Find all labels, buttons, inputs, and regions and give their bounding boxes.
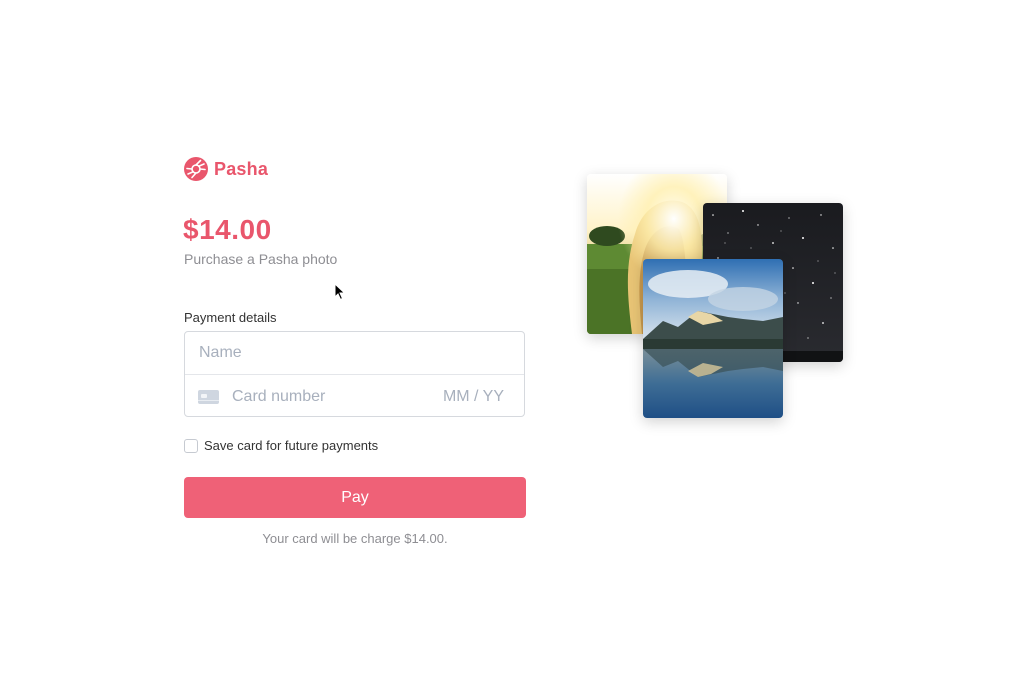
mountain-lake-photo (643, 259, 783, 418)
product-description: Purchase a Pasha photo (184, 251, 338, 267)
expiry-input[interactable] (436, 386, 506, 407)
brand-name: Pasha (214, 158, 269, 179)
pay-button[interactable]: Pay (184, 477, 526, 518)
payment-fields (184, 331, 525, 417)
card-number-input[interactable] (230, 386, 424, 407)
save-card-row[interactable]: Save card for future payments (184, 438, 378, 453)
checkout-page: Pasha $14.00 Purchase a Pasha photo Paym… (0, 0, 1016, 673)
save-card-label: Save card for future payments (204, 438, 379, 453)
credit-card-icon (198, 389, 219, 404)
name-field-row (185, 332, 524, 375)
save-card-checkbox[interactable] (184, 438, 198, 453)
card-field-row (185, 375, 524, 418)
payment-details-label: Payment details (184, 310, 277, 325)
price: $14.00 (183, 214, 272, 245)
name-input[interactable] (197, 343, 501, 363)
brand: Pasha (184, 157, 268, 181)
mouse-cursor-icon (334, 283, 346, 301)
aperture-icon (184, 157, 208, 181)
charge-note: Your card will be charge $14.00. (262, 531, 448, 546)
